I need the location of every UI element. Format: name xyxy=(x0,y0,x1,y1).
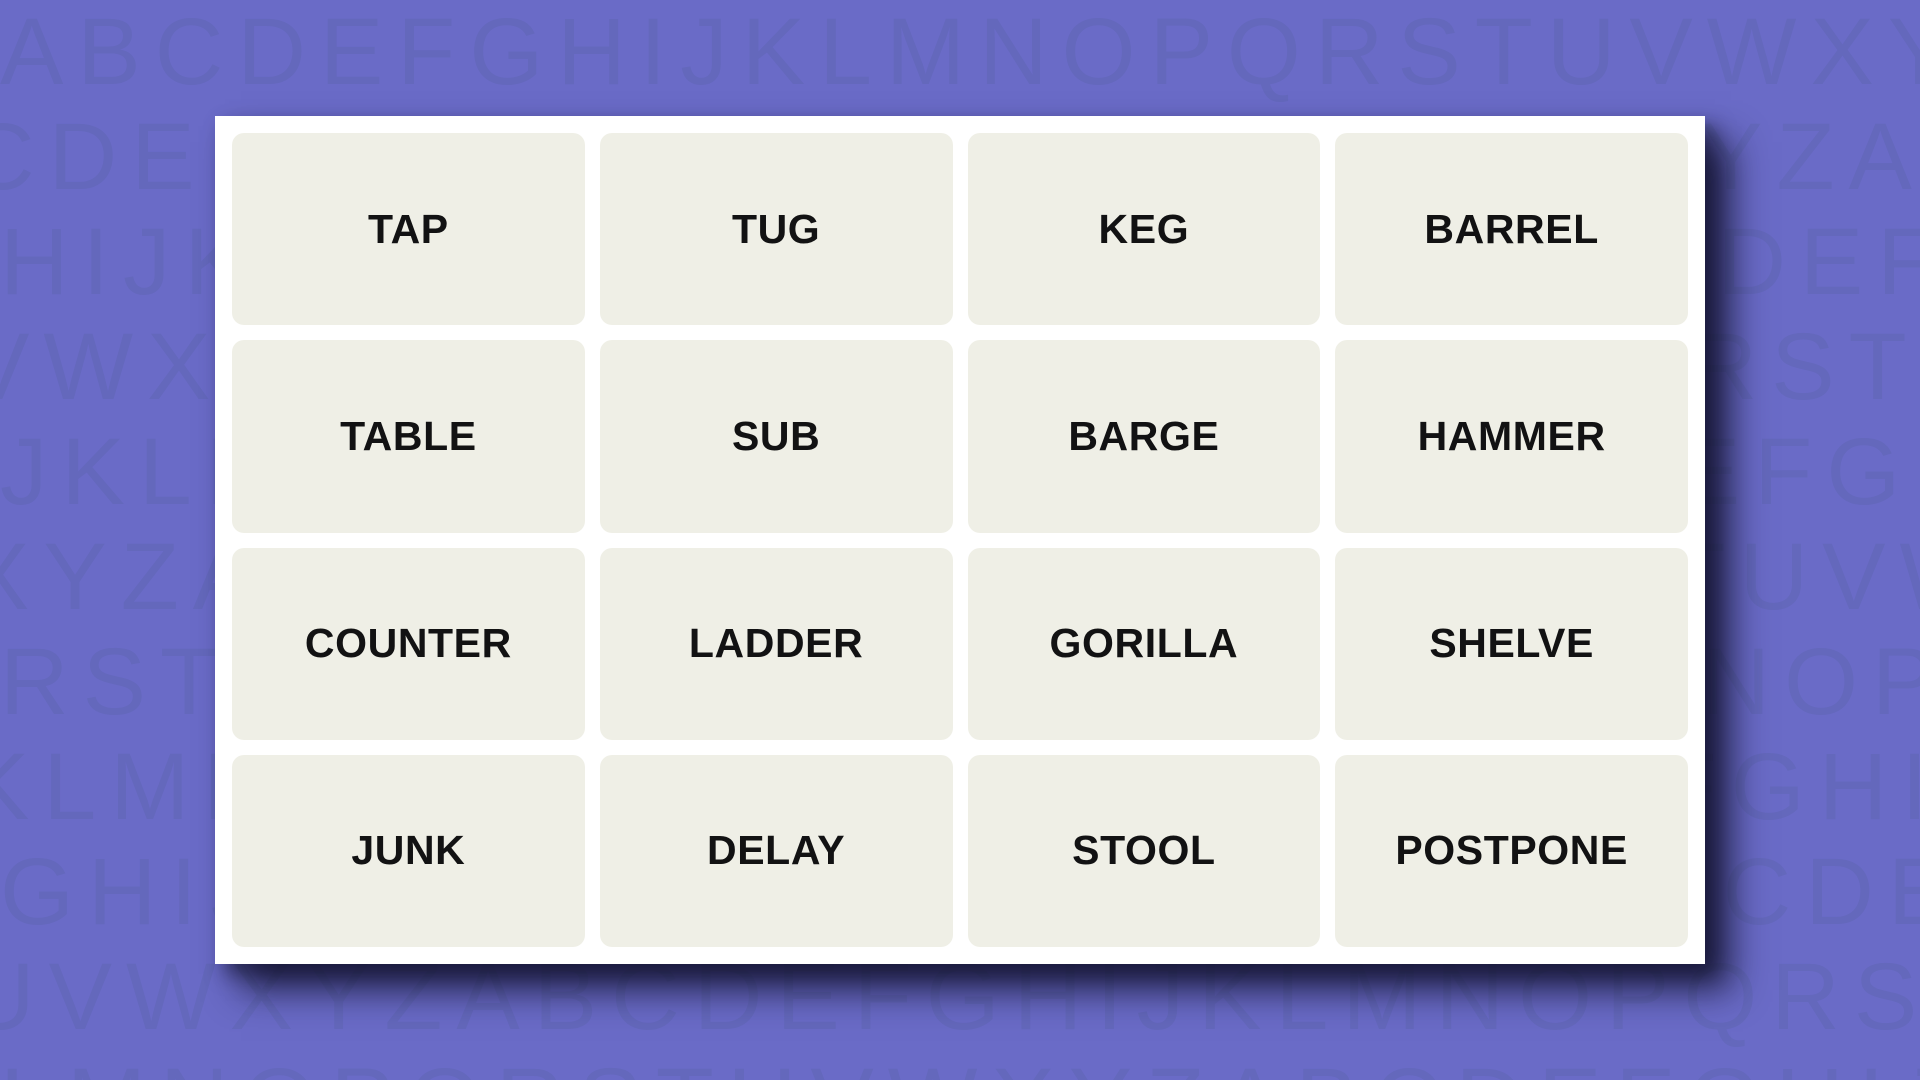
word-tile-label: TABLE xyxy=(340,412,477,459)
word-tile[interactable]: COUNTER xyxy=(232,547,585,740)
word-tile[interactable]: SHELVE xyxy=(1335,547,1688,740)
word-tile-label: COUNTER xyxy=(304,620,512,667)
board-row: TABLE SUB BARGE HAMMER xyxy=(232,340,1688,533)
game-screen: ABCDEFGHIJKLMNOPQRSTUVWXYZABCDEF CDEFGHI… xyxy=(0,0,1920,1080)
board-row: TAP TUG KEG BARREL xyxy=(232,133,1688,326)
word-tile-label: DELAY xyxy=(707,827,846,874)
word-tile[interactable]: DELAY xyxy=(599,754,953,947)
word-tile[interactable]: GORILLA xyxy=(967,547,1321,740)
word-tile-label: JUNK xyxy=(351,827,466,874)
word-tile-label: GORILLA xyxy=(1049,620,1239,667)
word-tile-label: HAMMER xyxy=(1417,412,1606,459)
word-tile[interactable]: SUB xyxy=(599,340,953,533)
word-tile[interactable]: POSTPONE xyxy=(1335,754,1688,947)
word-tile-label: STOOL xyxy=(1072,827,1216,874)
word-tile-label: KEG xyxy=(1098,205,1190,252)
word-tile-label: BARREL xyxy=(1424,205,1599,252)
word-tile[interactable]: LADDER xyxy=(599,547,953,740)
word-tile[interactable]: KEG xyxy=(967,133,1321,326)
word-tile-label: POSTPONE xyxy=(1395,827,1628,874)
word-tile[interactable]: BARREL xyxy=(1335,133,1688,326)
word-tile[interactable]: JUNK xyxy=(232,754,585,947)
word-tile[interactable]: HAMMER xyxy=(1335,340,1688,533)
word-tile-label: TAP xyxy=(367,205,449,252)
word-tile-label: LADDER xyxy=(688,620,864,667)
board-row: JUNK DELAY STOOL POSTPONE xyxy=(232,754,1688,947)
board-row: COUNTER LADDER GORILLA SHELVE xyxy=(232,547,1688,740)
word-tile[interactable]: TAP xyxy=(232,133,585,326)
word-puzzle-board: TAP TUG KEG BARREL TABLE SUB BARGE HAMME… xyxy=(215,116,1705,964)
word-tile-label: SUB xyxy=(731,412,821,459)
word-tile[interactable]: TABLE xyxy=(232,340,585,533)
word-tile[interactable]: BARGE xyxy=(967,340,1321,533)
word-tile[interactable]: TUG xyxy=(599,133,953,326)
word-tile-label: BARGE xyxy=(1068,412,1220,459)
wallpaper-row: LMNOPQRSTUVWXYZABCDEFGHIJKLMNOPQ xyxy=(0,1050,1920,1080)
word-tile-label: SHELVE xyxy=(1429,620,1594,667)
wallpaper-row: ABCDEFGHIJKLMNOPQRSTUVWXYZABCDEF xyxy=(0,0,1920,105)
word-tile[interactable]: STOOL xyxy=(967,754,1321,947)
word-tile-label: TUG xyxy=(731,205,821,252)
